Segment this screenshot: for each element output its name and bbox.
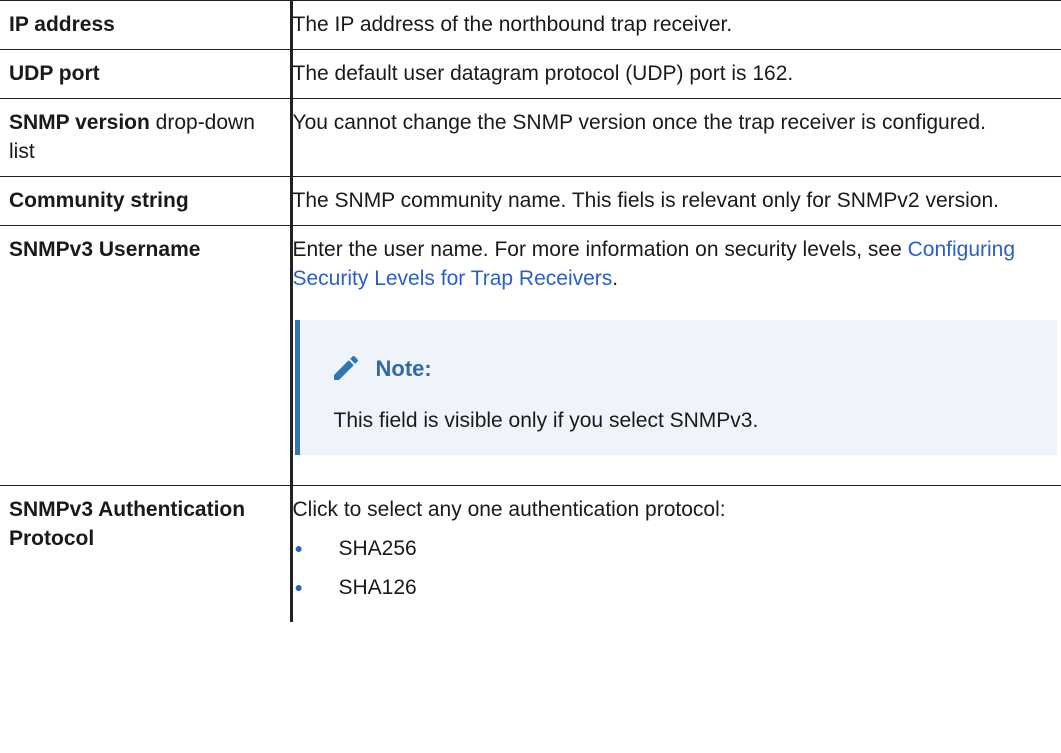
term-label: SNMP version (9, 111, 150, 134)
description-text: The default user datagram protocol (UDP)… (292, 62, 794, 85)
note-title: Note: (375, 355, 432, 381)
table-row: SNMP version drop-down list You cannot c… (0, 98, 1061, 177)
description-text: Click to select any one authentication p… (292, 498, 726, 521)
table-row: SNMPv3 Authentication Protocol Click to … (0, 485, 1061, 623)
protocol-list: ● SHA256 ● SHA126 (293, 534, 1058, 612)
term-label: IP address (9, 13, 115, 36)
term-cell: IP address (0, 1, 291, 50)
list-item: ● SHA126 (293, 573, 1058, 612)
parameter-table: IP address The IP address of the northbo… (0, 0, 1061, 622)
description-cell: The default user datagram protocol (UDP)… (289, 49, 1061, 99)
term-label: SNMPv3 Username (9, 238, 201, 261)
note-header: Note: (330, 350, 1038, 386)
list-item-text: SHA256 (338, 537, 417, 560)
table-row: SNMPv3 Username Enter the user name. For… (0, 225, 1061, 486)
term-label: SNMPv3 Authentication Protocol (9, 498, 246, 550)
description-cell: The IP address of the northbound trap re… (289, 0, 1061, 50)
bullet-icon: ● (294, 540, 303, 556)
term-cell: SNMP version drop-down list (0, 99, 291, 177)
list-item: ● SHA256 (293, 534, 1058, 573)
bullet-icon: ● (294, 579, 303, 595)
term-cell: SNMPv3 Authentication Protocol (0, 486, 291, 623)
term-label: Community string (9, 189, 189, 212)
description-text: The IP address of the northbound trap re… (292, 13, 733, 36)
note-callout: Note: This field is visible only if you … (294, 320, 1057, 455)
table-row: IP address The IP address of the northbo… (0, 0, 1061, 50)
pencil-icon (330, 352, 362, 384)
description-cell: The SNMP community name. This fiels is r… (289, 176, 1061, 226)
description-cell: Click to select any one authentication p… (289, 485, 1061, 622)
description-cell: Enter the user name. For more informatio… (289, 225, 1061, 486)
term-cell: SNMPv3 Username (0, 226, 291, 486)
description-text: The SNMP community name. This fiels is r… (292, 189, 999, 212)
term-cell: UDP port (0, 50, 291, 99)
term-label: UDP port (9, 62, 100, 85)
table-row: Community string The SNMP community name… (0, 176, 1061, 226)
table-row: UDP port The default user datagram proto… (0, 49, 1061, 99)
description-text: You cannot change the SNMP version once … (292, 111, 986, 134)
description-text: Enter the user name. For more informatio… (292, 238, 908, 261)
note-text: This field is visible only if you select… (333, 409, 759, 432)
description-text-end: . (612, 267, 619, 290)
list-item-text: SHA126 (338, 576, 417, 599)
term-cell: Community string (0, 177, 291, 226)
description-cell: You cannot change the SNMP version once … (289, 98, 1061, 177)
